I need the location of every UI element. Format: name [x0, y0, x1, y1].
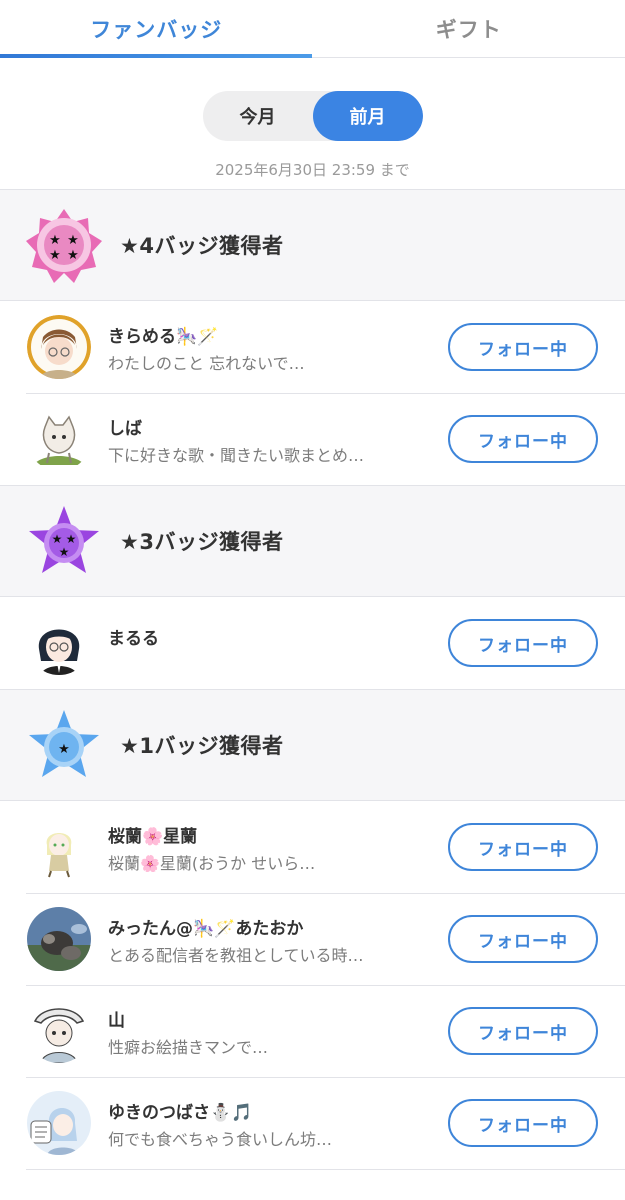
following-button[interactable]: フォロー中: [448, 915, 598, 963]
following-button[interactable]: フォロー中: [448, 619, 598, 667]
user-name: みったん@🎠🪄あたおか: [108, 919, 304, 939]
svg-text:★: ★: [58, 742, 70, 757]
user-row[interactable]: まるる フォロー中: [0, 597, 625, 689]
user-avatar[interactable]: [27, 999, 91, 1063]
user-bio: 下に好きな歌・聞きたい歌まとめ…: [108, 446, 365, 464]
user-avatar[interactable]: [27, 1091, 91, 1155]
user-info: ゆきのつばさ⛄🎵 何でも食べちゃう食いしん坊…: [108, 1098, 430, 1148]
user-name: ゆきのつばさ⛄🎵: [108, 1103, 253, 1123]
user-bio: 桜蘭🌸星蘭(おうか せいら…: [108, 854, 316, 872]
user-bio: 何でも食べちゃう食いしん坊…: [108, 1130, 333, 1148]
star-badge-4-icon: ★ ★ ★ ★: [26, 209, 102, 283]
section-header-star3: ★ ★ ★ ★3バッジ獲得者: [0, 485, 625, 597]
user-name: まるる: [108, 629, 159, 648]
user-name: しば: [108, 419, 142, 439]
user-avatar[interactable]: [27, 611, 91, 675]
svg-text:★: ★: [59, 545, 70, 559]
last-month-button[interactable]: 前月: [312, 91, 423, 141]
user-bio: わたしのこと 忘れないで…: [108, 354, 305, 372]
star-badge-1-icon: ★: [29, 710, 99, 777]
user-row[interactable]: 桜蘭🌸星蘭 桜蘭🌸星蘭(おうか せいら… フォロー中: [0, 801, 625, 893]
period-toggle-container: 今月 前月: [0, 91, 625, 141]
user-info: 桜蘭🌸星蘭 桜蘭🌸星蘭(おうか せいら…: [108, 822, 430, 872]
this-month-button[interactable]: 今月: [203, 91, 313, 141]
section-title: ★1バッジ獲得者: [120, 734, 284, 758]
user-avatar[interactable]: [27, 315, 91, 379]
user-avatar[interactable]: [27, 407, 91, 471]
svg-text:★: ★: [49, 248, 61, 263]
tab-gift[interactable]: ギフト: [313, 0, 625, 57]
following-button[interactable]: フォロー中: [448, 1007, 598, 1055]
user-bio: 性癖お絵描きマンで…: [108, 1038, 269, 1056]
tab-bar: ファンバッジ ギフト: [0, 0, 625, 58]
user-avatar[interactable]: [27, 907, 91, 971]
user-row[interactable]: みったん@🎠🪄あたおか とある配信者を教祖としている時… フォロー中: [0, 893, 625, 985]
section-title: ★4バッジ獲得者: [120, 234, 284, 258]
user-name: 山: [108, 1011, 125, 1031]
svg-text:★: ★: [67, 248, 79, 263]
user-name: きらめる🎠🪄: [108, 327, 219, 347]
following-button[interactable]: フォロー中: [448, 1099, 598, 1147]
star-badge-3-icon: ★ ★ ★: [29, 506, 99, 573]
user-row[interactable]: ゆきのつばさ⛄🎵 何でも食べちゃう食いしん坊… フォロー中: [0, 1077, 625, 1169]
svg-text:★: ★: [66, 532, 77, 546]
user-name: 桜蘭🌸星蘭: [108, 827, 198, 847]
following-button[interactable]: フォロー中: [448, 823, 598, 871]
user-row[interactable]: しば 下に好きな歌・聞きたい歌まとめ… フォロー中: [0, 393, 625, 485]
active-tab-indicator: [0, 54, 312, 58]
section-title: ★3バッジ獲得者: [120, 530, 284, 554]
user-info: みったん@🎠🪄あたおか とある配信者を教祖としている時…: [108, 914, 430, 964]
tab-fan-badge[interactable]: ファンバッジ: [0, 0, 313, 57]
user-info: しば 下に好きな歌・聞きたい歌まとめ…: [108, 414, 430, 464]
following-button[interactable]: フォロー中: [448, 323, 598, 371]
user-avatar[interactable]: [27, 815, 91, 879]
svg-text:★: ★: [49, 233, 61, 248]
user-row[interactable]: きらめる🎠🪄 わたしのこと 忘れないで… フォロー中: [0, 301, 625, 393]
list-divider: [26, 1169, 625, 1170]
user-row[interactable]: 山 性癖お絵描きマンで… フォロー中: [0, 985, 625, 1077]
section-header-star1: ★ ★1バッジ獲得者: [0, 689, 625, 801]
user-info: まるる: [108, 624, 430, 648]
period-toggle: 今月 前月: [202, 91, 423, 141]
following-button[interactable]: フォロー中: [448, 415, 598, 463]
user-info: 山 性癖お絵描きマンで…: [108, 1006, 430, 1056]
section-header-star4: ★ ★ ★ ★ ★4バッジ獲得者: [0, 189, 625, 301]
user-bio: とある配信者を教祖としている時…: [108, 946, 364, 964]
deadline-text: 2025年6月30日 23:59 まで: [215, 161, 410, 179]
svg-text:★: ★: [52, 532, 63, 546]
svg-text:★: ★: [67, 233, 79, 248]
user-info: きらめる🎠🪄 わたしのこと 忘れないで…: [108, 322, 430, 372]
